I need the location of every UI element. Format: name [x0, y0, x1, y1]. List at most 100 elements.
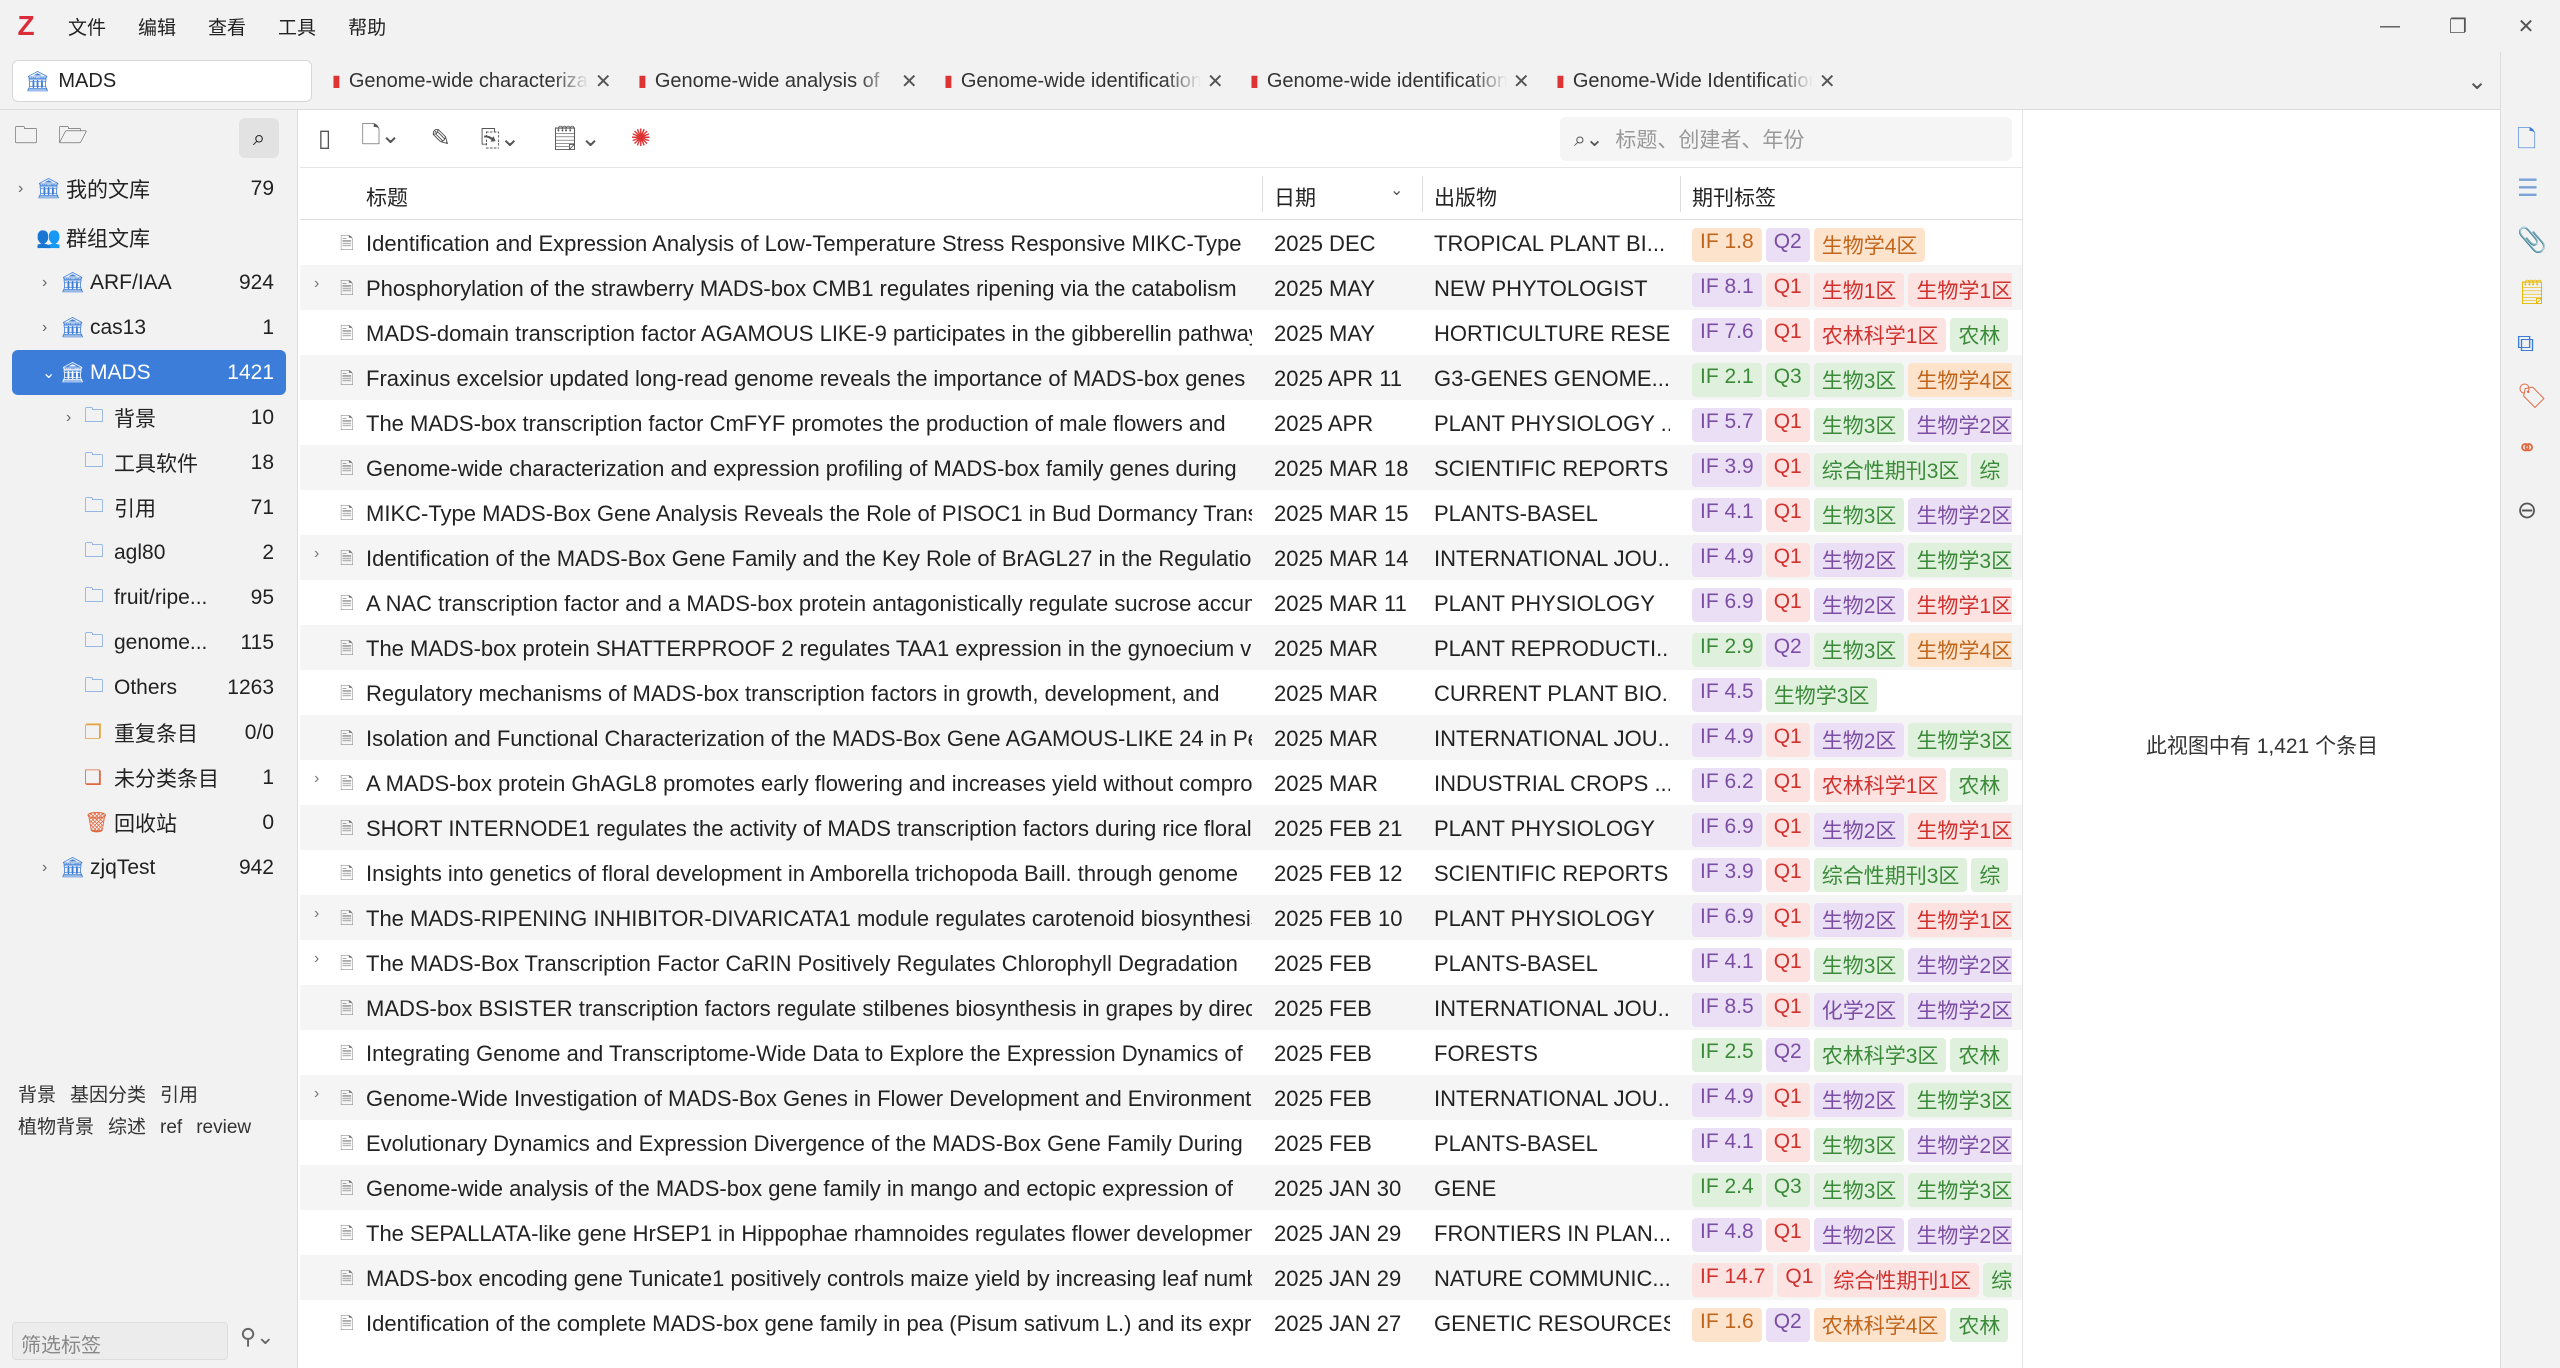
- table-row[interactable]: 🗎 Integrating Genome and Transcriptome-Wi…: [300, 1030, 2022, 1075]
- menu-tools[interactable]: 工具: [262, 13, 332, 40]
- restore-icon[interactable]: ❐: [2424, 0, 2492, 52]
- menu-help[interactable]: 帮助: [332, 13, 402, 40]
- add-attachment-icon[interactable]: ⎘⌄: [481, 124, 520, 153]
- library-tab[interactable]: 🏛 MADS: [12, 60, 312, 102]
- table-row[interactable]: 🗎 Genome-wide characterization and expres…: [300, 445, 2022, 490]
- chevron-right-icon[interactable]: ›: [314, 905, 319, 923]
- table-row[interactable]: 🗎 MADS-box BSISTER transcription factors …: [300, 985, 2022, 1030]
- close-tab-icon[interactable]: ✕: [901, 69, 918, 94]
- table-row[interactable]: › 🗎 Identification of the MADS-Box Gene Fa…: [300, 535, 2022, 580]
- tree-collection[interactable]: 🗀 引用 71: [0, 485, 298, 530]
- close-icon[interactable]: ✕: [2492, 0, 2560, 52]
- column-title[interactable]: 标题: [366, 182, 408, 212]
- tag-item[interactable]: ref: [160, 1117, 182, 1138]
- table-row[interactable]: 🗎 Genome-wide analysis of the MADS-box ge…: [300, 1165, 2022, 1210]
- items-search-input[interactable]: ⌕⌄ 标题、创建者、年份: [1560, 117, 2012, 161]
- chevron-right-icon[interactable]: ›: [42, 274, 47, 292]
- chevron-right-icon[interactable]: ›: [314, 770, 319, 788]
- chevron-down-icon[interactable]: ⌄: [42, 363, 55, 383]
- column-date[interactable]: 日期: [1274, 182, 1316, 212]
- libraries-collections-icon[interactable]: ⧉: [2517, 330, 2534, 358]
- tree-group-mads[interactable]: ⌄ 🏛 MADS 1421: [12, 350, 286, 395]
- tags-icon[interactable]: 🏷: [2517, 382, 2547, 411]
- table-row[interactable]: 🗎 Evolutionary Dynamics and Expression Di…: [300, 1120, 2022, 1165]
- ai-assistant-icon[interactable]: ✺: [631, 124, 651, 153]
- table-row[interactable]: 🗎 SHORT INTERNODE1 regulates the activity…: [300, 805, 2022, 850]
- table-row[interactable]: › 🗎 The MADS-Box Transcription Factor CaRI…: [300, 940, 2022, 985]
- new-collection-icon[interactable]: 🗀: [14, 118, 38, 159]
- table-row[interactable]: 🗎 Identification of the complete MADS-box…: [300, 1300, 2022, 1345]
- tree-group-cas13[interactable]: › 🏛 cas13 1: [0, 305, 298, 350]
- new-subcollection-icon[interactable]: 🗁: [58, 118, 88, 159]
- tag-item[interactable]: 背景: [18, 1085, 56, 1106]
- chevron-right-icon[interactable]: ›: [314, 1085, 319, 1103]
- tree-my-library[interactable]: › 🏛 我的文库 79: [0, 166, 298, 211]
- chevron-right-icon[interactable]: ›: [314, 950, 319, 968]
- table-row[interactable]: 🗎 Regulatory mechanisms of MADS-box trans…: [300, 670, 2022, 715]
- tree-collection[interactable]: 🗀 Others 1263: [0, 665, 298, 710]
- table-row[interactable]: 🗎 Fraxinus excelsior updated long-read ge…: [300, 355, 2022, 400]
- tag-item[interactable]: 引用: [160, 1085, 198, 1106]
- tree-trash[interactable]: 🗑 回收站 0: [0, 800, 298, 845]
- tag-item[interactable]: 基因分类: [70, 1085, 146, 1106]
- table-row[interactable]: 🗎 A NAC transcription factor and a MADS-b…: [300, 580, 2022, 625]
- tree-unfiled[interactable]: ❏ 未分类条目 1: [0, 755, 298, 800]
- doc-tab-2[interactable]: ▮ Genome-wide analysis of ✕: [638, 60, 918, 102]
- minimize-icon[interactable]: —: [2356, 0, 2424, 52]
- doc-tab-1[interactable]: ▮ Genome-wide characterization ✕: [332, 60, 612, 102]
- tree-collection[interactable]: 🗀 genome... 115: [0, 620, 298, 665]
- new-item-icon[interactable]: 🗋⌄: [361, 118, 400, 159]
- locate-icon[interactable]: ⊖: [2517, 496, 2537, 525]
- notes-icon[interactable]: 🗒: [2517, 278, 2547, 307]
- column-publication[interactable]: 出版物: [1434, 182, 1497, 212]
- toggle-pane-icon[interactable]: ▯: [318, 124, 331, 153]
- menu-edit[interactable]: 编辑: [122, 13, 192, 40]
- column-divider[interactable]: [1262, 176, 1263, 212]
- tree-duplicates[interactable]: ❐ 重复条目 0/0: [0, 710, 298, 755]
- tabs-menu-chevron-icon[interactable]: ⌄: [2454, 52, 2500, 110]
- doc-tab-4[interactable]: ▮ Genome-wide identification ✕: [1250, 60, 1530, 102]
- tree-group-zjqtest[interactable]: › 🏛 zjqTest 942: [0, 845, 298, 890]
- new-note-icon[interactable]: 🗒⌄: [550, 124, 601, 153]
- doc-tab-3[interactable]: ▮ Genome-wide identification ✕: [944, 60, 1224, 102]
- related-icon[interactable]: ⚭: [2517, 434, 2537, 463]
- chevron-right-icon[interactable]: ›: [42, 319, 47, 337]
- chevron-right-icon[interactable]: ›: [66, 409, 71, 427]
- tag-item[interactable]: 综述: [108, 1117, 146, 1138]
- chevron-right-icon[interactable]: ›: [314, 275, 319, 293]
- chevron-right-icon[interactable]: ›: [42, 859, 47, 877]
- attachment-icon[interactable]: 📎: [2517, 226, 2547, 255]
- column-divider[interactable]: [1680, 176, 1681, 212]
- tree-group-arf-iaa[interactable]: › 🏛 ARF/IAA 924: [0, 260, 298, 305]
- table-row[interactable]: 🗎 Identification and Expression Analysis …: [300, 220, 2022, 265]
- chevron-right-icon[interactable]: ›: [18, 180, 23, 198]
- close-tab-icon[interactable]: ✕: [1513, 69, 1530, 94]
- collection-search-icon[interactable]: ⌕: [239, 118, 279, 158]
- tag-item[interactable]: 植物背景: [18, 1117, 94, 1138]
- menu-view[interactable]: 查看: [192, 13, 262, 40]
- table-row[interactable]: › 🗎 A MADS-box protein GhAGL8 promotes ear…: [300, 760, 2022, 805]
- magic-wand-icon[interactable]: ✎: [431, 124, 451, 153]
- table-row[interactable]: 🗎 Isolation and Functional Characterizati…: [300, 715, 2022, 760]
- table-row[interactable]: 🗎 The MADS-box protein SHATTERPROOF 2 reg…: [300, 625, 2022, 670]
- table-row[interactable]: 🗎 The MADS-box transcription factor CmFYF…: [300, 400, 2022, 445]
- tree-collection[interactable]: 🗀 fruit/ripe... 95: [0, 575, 298, 620]
- table-row[interactable]: › 🗎 Phosphorylation of the strawberry MADS…: [300, 265, 2022, 310]
- tree-collection[interactable]: › 🗀 背景 10: [0, 395, 298, 440]
- menu-file[interactable]: 文件: [52, 13, 122, 40]
- filter-icon[interactable]: ⚲⌄: [240, 1324, 275, 1350]
- tag-item[interactable]: review: [196, 1117, 251, 1138]
- abstract-icon[interactable]: ☰: [2517, 174, 2539, 203]
- doc-tab-5[interactable]: ▮ Genome-Wide Identification ✕: [1556, 60, 1836, 102]
- table-row[interactable]: › 🗎 Genome-Wide Investigation of MADS-Box …: [300, 1075, 2022, 1120]
- table-row[interactable]: 🗎 The SEPALLATA-like gene HrSEP1 in Hippo…: [300, 1210, 2022, 1255]
- table-row[interactable]: › 🗎 The MADS-RIPENING INHIBITOR-DIVARICATA…: [300, 895, 2022, 940]
- table-row[interactable]: 🗎 MADS-box encoding gene Tunicate1 positi…: [300, 1255, 2022, 1300]
- info-icon[interactable]: 🗋: [2517, 122, 2536, 163]
- tag-filter-input[interactable]: 筛选标签: [12, 1322, 228, 1360]
- tree-collection[interactable]: 🗀 工具软件 18: [0, 440, 298, 485]
- tree-collection[interactable]: 🗀 agl80 2: [0, 530, 298, 575]
- close-tab-icon[interactable]: ✕: [1819, 69, 1836, 94]
- close-tab-icon[interactable]: ✕: [1207, 69, 1224, 94]
- sort-descending-icon[interactable]: ⌄: [1390, 180, 1403, 200]
